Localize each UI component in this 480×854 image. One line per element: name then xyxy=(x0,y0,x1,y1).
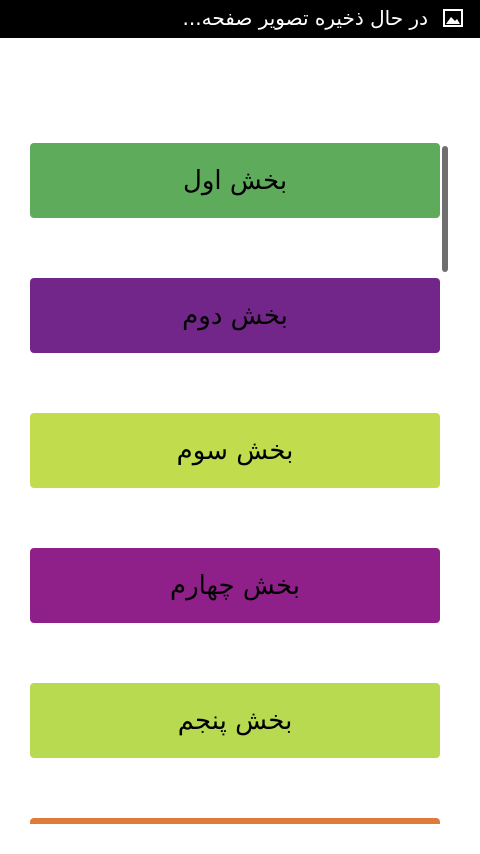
section-list[interactable]: بخش اول بخش دوم بخش سوم بخش چهارم بخش پن… xyxy=(0,38,480,824)
scrollbar[interactable] xyxy=(442,146,448,272)
section-button-1[interactable]: بخش اول xyxy=(30,143,440,218)
section-label-5: بخش پنجم xyxy=(177,705,293,736)
section-label-1: بخش اول xyxy=(182,165,288,196)
image-icon xyxy=(443,9,463,27)
section-button-3[interactable]: بخش سوم xyxy=(30,413,440,488)
section-button-2[interactable]: بخش دوم xyxy=(30,278,440,353)
status-notification-text: در حال ذخیره تصویر صفحه... xyxy=(182,6,428,30)
section-label-4: بخش چهارم xyxy=(169,570,301,601)
section-label-3: بخش سوم xyxy=(176,435,294,466)
section-button-5[interactable]: بخش پنجم xyxy=(30,683,440,758)
section-button-4[interactable]: بخش چهارم xyxy=(30,548,440,623)
section-label-2: بخش دوم xyxy=(182,300,288,331)
section-button-6[interactable] xyxy=(30,818,440,824)
status-bar: در حال ذخیره تصویر صفحه... xyxy=(0,0,480,38)
